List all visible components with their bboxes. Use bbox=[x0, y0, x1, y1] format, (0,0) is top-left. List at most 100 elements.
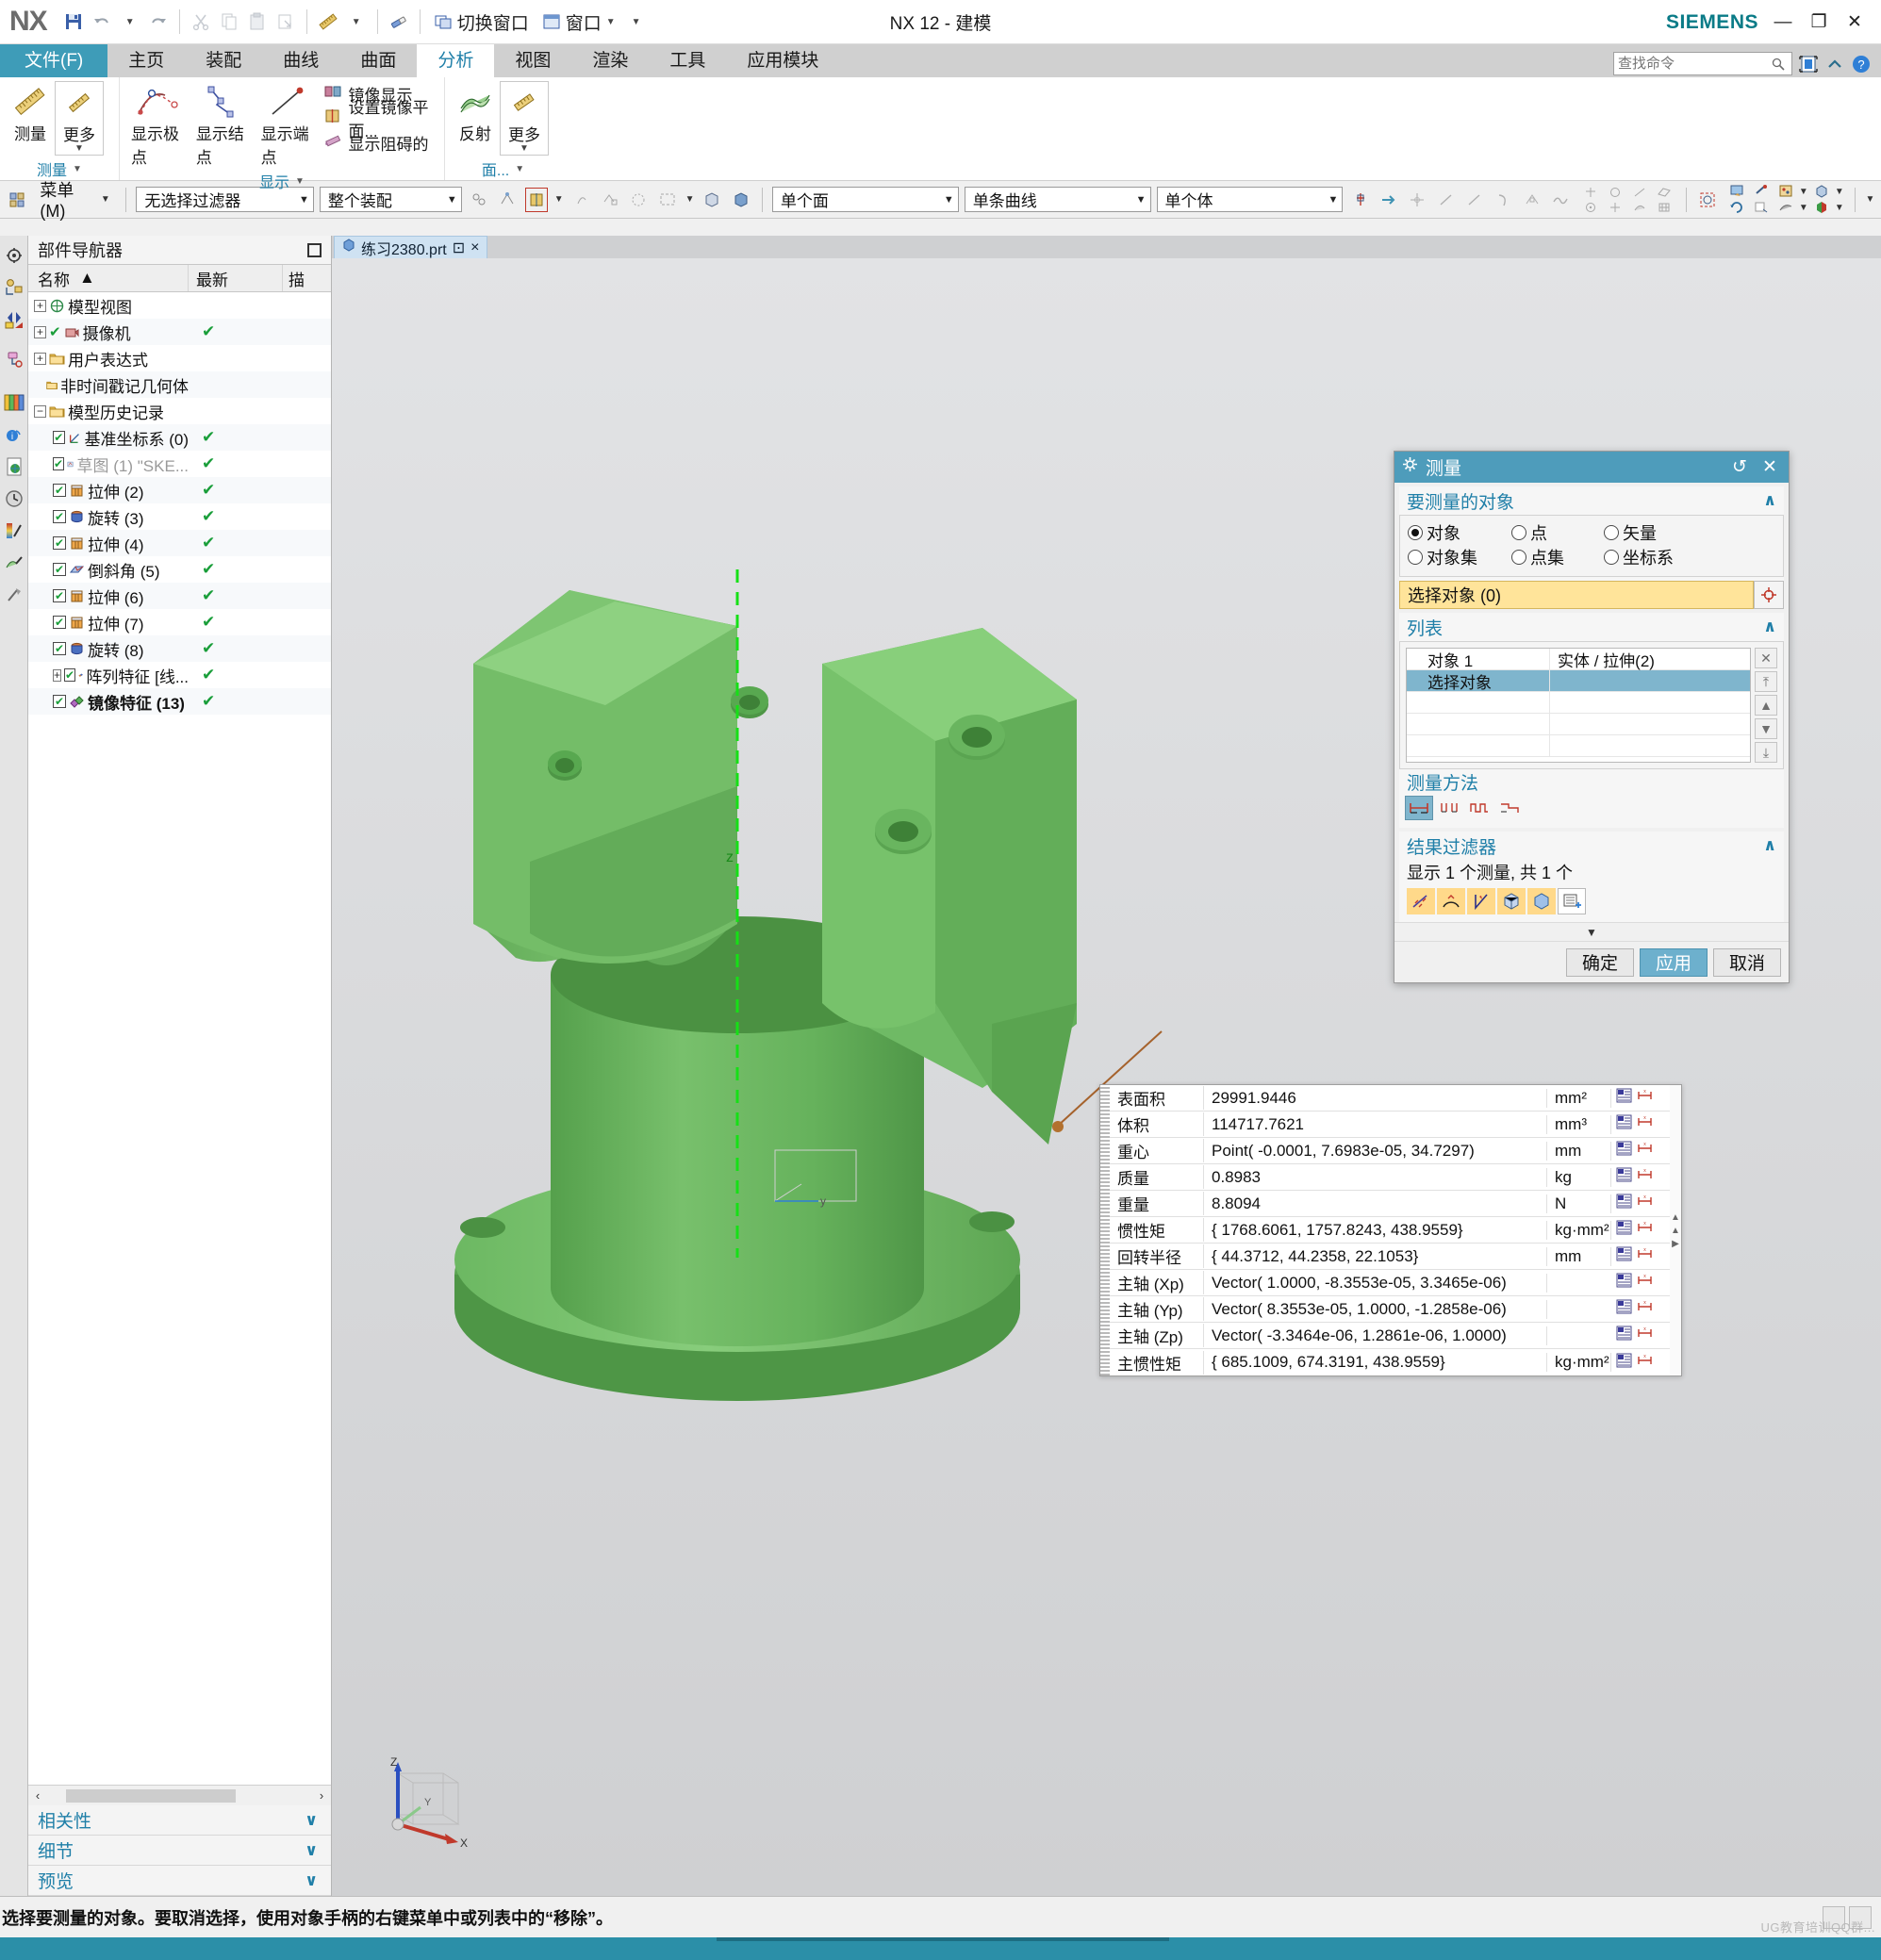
expression-icon[interactable] bbox=[1616, 1088, 1632, 1108]
expression-icon[interactable] bbox=[1616, 1273, 1632, 1293]
help-icon[interactable]: ? bbox=[1851, 54, 1872, 74]
style-icon[interactable] bbox=[1774, 184, 1798, 200]
snap-move-icon[interactable] bbox=[1406, 188, 1428, 212]
refresh-view-icon[interactable] bbox=[1724, 200, 1749, 216]
ribbon-collapse-icon[interactable] bbox=[1824, 54, 1845, 74]
part-navigator-row[interactable]: + ✔ 阵列特征 [线... ✔ bbox=[28, 662, 331, 688]
history-icon[interactable] bbox=[2, 485, 26, 513]
radio-indicator[interactable] bbox=[1408, 550, 1423, 565]
radio-indicator[interactable] bbox=[1604, 550, 1619, 565]
radio-object[interactable]: 对象 bbox=[1408, 520, 1506, 545]
result-row[interactable]: 体积 114717.7621 mm³ x bbox=[1110, 1112, 1670, 1138]
reflection-button[interactable]: 反射 bbox=[451, 81, 500, 146]
expression-icon[interactable] bbox=[1616, 1326, 1632, 1345]
rotate-view-icon[interactable] bbox=[1749, 184, 1774, 200]
feature-checkbox[interactable]: ✔ bbox=[53, 536, 66, 550]
snap-point-icon[interactable] bbox=[1348, 188, 1371, 212]
tab-file[interactable]: 文件(F) bbox=[0, 44, 108, 77]
scroll-right-icon[interactable]: › bbox=[312, 1788, 331, 1803]
radio-indicator[interactable] bbox=[1511, 525, 1526, 540]
feature-checkbox[interactable]: ✔ bbox=[53, 642, 66, 655]
snap-quadrant-icon[interactable] bbox=[1578, 185, 1603, 200]
dimension-icon[interactable]: x bbox=[1637, 1299, 1653, 1319]
dimension-icon[interactable]: x bbox=[1637, 1353, 1653, 1373]
chevron-down-icon[interactable]: ▼ bbox=[606, 17, 616, 27]
measure-button[interactable]: 测量 bbox=[6, 81, 55, 146]
cancel-button[interactable]: 取消 bbox=[1713, 947, 1781, 977]
chevron-down-icon[interactable]: ▼ bbox=[1834, 203, 1845, 213]
chevron-down-icon[interactable]: ▼ bbox=[936, 194, 954, 206]
menu-grid-icon[interactable] bbox=[6, 188, 28, 212]
tab-applications[interactable]: 应用模块 bbox=[726, 44, 839, 77]
part-navigator-row[interactable]: 非时间戳记几何体 bbox=[28, 371, 331, 398]
snap-center-point-icon[interactable] bbox=[1578, 200, 1603, 215]
reset-icon[interactable]: ↺ bbox=[1728, 456, 1751, 478]
tree-row-name-cell[interactable]: ✔ 拉伸 (6) bbox=[28, 585, 189, 608]
expression-icon[interactable] bbox=[1616, 1194, 1632, 1213]
window-menu-button[interactable]: 窗口 ▼ bbox=[536, 8, 621, 36]
section-icon[interactable] bbox=[1774, 200, 1798, 216]
select-feature-icon[interactable] bbox=[496, 188, 519, 212]
tree-row-name-cell[interactable]: − 模型历史记录 bbox=[28, 400, 189, 423]
tree-row-name-cell[interactable]: + ✔ 摄像机 bbox=[28, 321, 189, 344]
select-body-icon[interactable] bbox=[730, 188, 752, 212]
move-bottom-icon[interactable]: ⤓ bbox=[1755, 742, 1777, 763]
object-list-row[interactable]: 对象 1 实体 / 拉伸(2) bbox=[1407, 649, 1750, 670]
collapser-dependencies[interactable]: 相关性 ∨ bbox=[28, 1805, 331, 1836]
filter-radius-icon[interactable] bbox=[1437, 888, 1465, 914]
show-poles-button[interactable]: 显示极点 bbox=[125, 81, 190, 170]
dimension-icon[interactable]: x bbox=[1637, 1167, 1653, 1187]
face-rule-combo[interactable]: 单个面 ▼ bbox=[771, 187, 959, 212]
result-row[interactable]: 回转半径{ 44.3712, 44.2358, 22.1053} mm x bbox=[1110, 1244, 1670, 1270]
snap-tangent-icon[interactable] bbox=[1492, 188, 1514, 212]
result-row[interactable]: 重量 8.8094 Nx bbox=[1110, 1191, 1670, 1217]
object-list-row[interactable] bbox=[1407, 714, 1750, 735]
toolbar-overflow-icon[interactable]: ▼ bbox=[1865, 194, 1875, 205]
chevron-down-icon[interactable]: ▼ bbox=[1129, 194, 1147, 206]
measure-ruler-icon[interactable] bbox=[315, 8, 341, 35]
result-row[interactable]: 质量 0.8983 kg x bbox=[1110, 1164, 1670, 1191]
feature-checkbox[interactable]: ✔ bbox=[53, 589, 66, 602]
select-point-icon[interactable] bbox=[569, 188, 592, 212]
chevron-down-icon[interactable]: ▼ bbox=[1798, 187, 1809, 197]
screen-capture-icon[interactable] bbox=[1798, 54, 1819, 74]
chevron-down-icon[interactable]: ▼ bbox=[291, 194, 309, 206]
tree-row-name-cell[interactable]: ✔ 镜像特征 (13) bbox=[28, 690, 189, 714]
objects-section-header[interactable]: 要测量的对象 ∧ bbox=[1399, 486, 1784, 515]
result-row[interactable]: 主轴 (Zp) Vector( -3.3464e-06, 1.2861e-06, … bbox=[1110, 1323, 1670, 1349]
feature-checkbox[interactable]: ✔ bbox=[53, 695, 66, 708]
result-row[interactable]: 主轴 (Xp) Vector( 1.0000, -8.3553e-05, 3.34… bbox=[1110, 1270, 1670, 1296]
tree-row-name-cell[interactable]: ✔ 基准坐标系 (0) bbox=[28, 426, 189, 450]
filter-body-icon[interactable] bbox=[1497, 888, 1526, 914]
measure-dialog-gear-icon[interactable] bbox=[1402, 456, 1418, 478]
copy-icon[interactable] bbox=[216, 8, 242, 35]
part-navigator-row[interactable]: ✔ 旋转 (3) ✔ bbox=[28, 503, 331, 530]
chevron-up-icon[interactable]: ∧ bbox=[1763, 618, 1776, 636]
part-navigator-row[interactable]: ✔ 旋转 (8) ✔ bbox=[28, 635, 331, 662]
feature-checkbox[interactable]: ✔ bbox=[53, 510, 66, 523]
close-icon[interactable]: ✕ bbox=[1758, 456, 1781, 478]
redo-icon[interactable] bbox=[145, 8, 172, 35]
hscroll-track[interactable] bbox=[47, 1788, 312, 1803]
radio-point-set[interactable]: 点集 bbox=[1511, 545, 1598, 569]
filter-volume-icon[interactable] bbox=[1527, 888, 1556, 914]
chevron-down-icon[interactable]: ▼ bbox=[74, 144, 84, 154]
collapser-preview[interactable]: 预览 ∨ bbox=[28, 1866, 331, 1896]
color-display-icon[interactable] bbox=[1809, 200, 1834, 216]
measure-more-button[interactable]: 更多 ▼ bbox=[55, 81, 104, 156]
filter-add-icon[interactable] bbox=[1558, 888, 1586, 914]
search-input[interactable] bbox=[1618, 56, 1770, 72]
search-icon[interactable] bbox=[1769, 54, 1788, 74]
chevron-down-icon[interactable]: ▼ bbox=[100, 194, 110, 205]
tree-row-name-cell[interactable]: + ✔ 阵列特征 [线... bbox=[28, 664, 189, 687]
part-navigator-row[interactable]: + 模型视图 bbox=[28, 292, 331, 319]
dimension-icon[interactable]: x bbox=[1637, 1273, 1653, 1293]
snap-line-icon[interactable] bbox=[1627, 185, 1652, 200]
radio-indicator[interactable] bbox=[1408, 525, 1423, 540]
column-header-name[interactable]: 名称 ▲ bbox=[28, 265, 189, 291]
radio-csys[interactable]: 坐标系 bbox=[1604, 545, 1674, 569]
ribbon-group-face-label[interactable]: 面... ▼ bbox=[451, 157, 555, 180]
select-face-icon[interactable] bbox=[524, 187, 549, 212]
move-up-icon[interactable]: ▲ bbox=[1755, 695, 1777, 716]
chevron-down-icon[interactable]: ▼ bbox=[439, 194, 457, 206]
